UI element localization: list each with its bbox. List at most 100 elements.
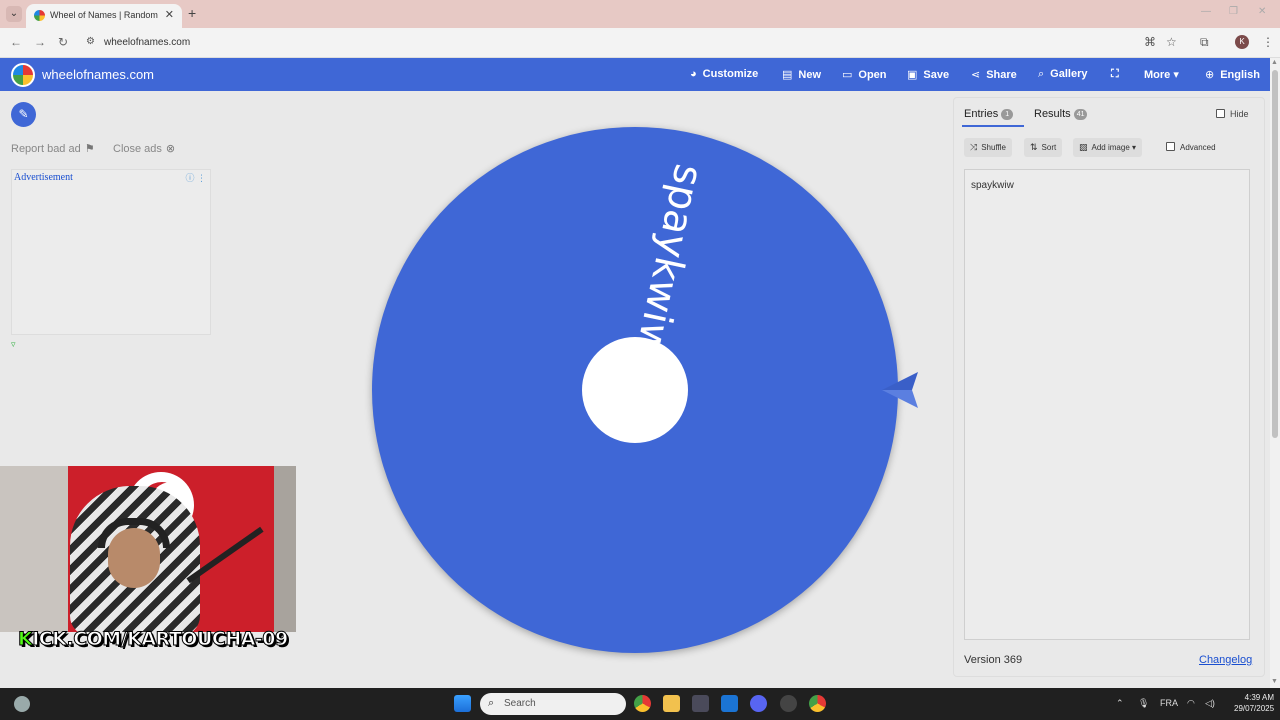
image-icon: ▨ [1079, 142, 1088, 152]
gallery-label: Gallery [1050, 68, 1088, 80]
entries-textarea[interactable]: spaykwiw [964, 169, 1250, 640]
taskbar-search-box[interactable]: ⌕ Search [480, 693, 626, 715]
search-icon: ⌕ [1038, 68, 1045, 80]
save-button[interactable]: ▣ Save [907, 68, 949, 81]
tab-entries[interactable]: Entries 1 [964, 108, 1014, 120]
taskbar-clock[interactable]: 4:39 AM 29/07/2025 [1234, 692, 1274, 714]
windows-taskbar: ⌕ Search ⌃ 🎙 FRA ◠ ◁) 4:39 AM 29/07/2025 [0, 688, 1280, 720]
browser-tab-strip: ⌄ Wheel of Names | Random nan ✕ + — ❐ ✕ [0, 0, 1280, 28]
report-bad-ad-link[interactable]: Report bad ad ⚑ [11, 142, 95, 155]
minimize-icon[interactable]: — [1201, 6, 1211, 17]
reload-icon[interactable]: ↻ [58, 35, 68, 49]
scroll-down-icon[interactable]: ▼ [1271, 678, 1278, 685]
hide-checkbox-box[interactable] [1216, 109, 1225, 118]
more-label: More [1144, 69, 1171, 81]
site-info-icon[interactable]: ⚙ [86, 36, 95, 47]
open-label: Open [858, 69, 887, 81]
kick-channel-text: ICK.COM/KARTOUCHA-09 [32, 628, 289, 651]
tab-results[interactable]: Results 41 [1034, 108, 1088, 120]
sort-button[interactable]: ⇅ Sort [1024, 138, 1063, 157]
wheel-favicon-icon [34, 10, 45, 21]
shuffle-icon: ⤨ [970, 142, 978, 152]
browser-tab[interactable]: Wheel of Names | Random nan ✕ [26, 4, 182, 28]
scroll-up-icon[interactable]: ▲ [1271, 59, 1278, 66]
profile-avatar[interactable]: K [1235, 35, 1249, 49]
outlook-icon[interactable] [721, 695, 738, 712]
entry-line: spaykwiw [971, 180, 1014, 191]
ad-slot[interactable]: Advertisement ⓘ ⋮ [11, 169, 211, 335]
url-text: wheelofnames.com [104, 37, 191, 48]
widgets-icon[interactable] [14, 696, 30, 712]
language-button[interactable]: ⊕ English [1205, 68, 1260, 81]
open-button[interactable]: ▭ Open [842, 68, 887, 81]
tray-overflow-icon[interactable]: ⌃ [1116, 698, 1124, 709]
volume-icon[interactable]: ◁) [1205, 698, 1215, 709]
store-icon[interactable] [692, 695, 709, 712]
maximize-icon[interactable]: ❐ [1229, 6, 1238, 17]
wheel-center-hub[interactable] [582, 337, 688, 443]
add-image-label: Add image [1091, 143, 1130, 152]
add-image-button[interactable]: ▨ Add image ▾ [1073, 138, 1143, 157]
back-icon[interactable]: ← [10, 35, 22, 49]
save-icon: ▣ [907, 69, 918, 81]
chrome-icon[interactable] [634, 695, 651, 712]
bookmark-star-icon[interactable]: ☆ [1166, 35, 1177, 49]
wifi-icon[interactable]: ◠ [1187, 698, 1195, 709]
active-tab-indicator [962, 125, 1024, 127]
customize-label: Customize [702, 68, 759, 80]
browser-menu-icon[interactable]: ⋮ [1262, 35, 1274, 49]
site-logo-icon[interactable] [11, 63, 35, 87]
site-brand[interactable]: wheelofnames.com [42, 67, 154, 82]
sort-icon: ⇅ [1030, 142, 1038, 152]
changelog-link[interactable]: Changelog [1199, 654, 1252, 666]
name-wheel[interactable]: spaykwiw [372, 127, 898, 653]
share-button[interactable]: ⋖ Share [971, 68, 1017, 81]
flag-icon: ⚑ [84, 143, 95, 155]
tab-title: Wheel of Names | Random nan [50, 10, 158, 20]
close-tab-icon[interactable]: ✕ [165, 8, 174, 21]
advanced-checkbox-box[interactable] [1166, 142, 1175, 151]
close-ads-link[interactable]: Close ads ⊗ [113, 142, 175, 155]
search-icon: ⌕ [488, 697, 495, 709]
forward-icon[interactable]: → [34, 35, 46, 49]
tab-search-button[interactable]: ⌄ [6, 6, 22, 22]
edit-pencil-button[interactable]: ✎ [11, 102, 36, 127]
close-circle-icon: ⊗ [165, 143, 176, 155]
fullscreen-button[interactable]: ⛶ [1111, 68, 1119, 81]
ad-placeholder-text: Advertisement [14, 172, 73, 183]
share-icon: ⋖ [971, 69, 981, 81]
results-tab-label: Results [1034, 108, 1071, 120]
share-label: Share [986, 69, 1017, 81]
new-button[interactable]: ▤ New [782, 68, 821, 81]
add-image-caret-icon: ▾ [1132, 143, 1137, 152]
hide-checkbox[interactable]: Hide [1216, 109, 1249, 119]
discord-icon[interactable] [750, 695, 767, 712]
microphone-icon[interactable]: 🎙 [1138, 698, 1149, 709]
ad-choices-icon[interactable]: ▿ [11, 339, 16, 350]
extensions-icon[interactable]: ⧉ [1200, 35, 1209, 50]
chrome-active-icon[interactable] [809, 695, 826, 712]
close-ads-label: Close ads [113, 143, 162, 155]
page-scrollbar[interactable]: ▲ ▼ [1270, 58, 1280, 688]
omnibox[interactable]: ⚙ wheelofnames.com [80, 32, 1120, 54]
translate-icon[interactable]: ⌘ [1144, 35, 1156, 49]
file-explorer-icon[interactable] [663, 695, 680, 712]
entries-tab-label: Entries [964, 108, 999, 120]
advanced-checkbox[interactable]: Advanced [1160, 138, 1222, 157]
close-window-icon[interactable]: ✕ [1258, 6, 1266, 17]
pencil-icon: ✎ [18, 107, 29, 121]
scrollbar-thumb[interactable] [1272, 70, 1278, 438]
more-button[interactable]: More ▾ [1144, 68, 1179, 81]
file-icon: ▤ [782, 69, 793, 81]
gallery-button[interactable]: ⌕ Gallery [1038, 68, 1087, 81]
caret-down-icon: ▾ [1173, 69, 1179, 81]
ad-info-icon[interactable]: ⓘ ⋮ [185, 171, 206, 184]
obs-icon[interactable] [780, 695, 797, 712]
folder-icon: ▭ [842, 69, 853, 81]
new-tab-icon[interactable]: + [188, 5, 196, 21]
language-indicator[interactable]: FRA [1160, 698, 1178, 708]
shuffle-button[interactable]: ⤨ Shuffle [964, 138, 1012, 157]
customize-button[interactable]: ◕ Customize [690, 68, 758, 80]
clock-time: 4:39 AM [1244, 693, 1274, 702]
windows-start-icon[interactable] [454, 695, 471, 712]
